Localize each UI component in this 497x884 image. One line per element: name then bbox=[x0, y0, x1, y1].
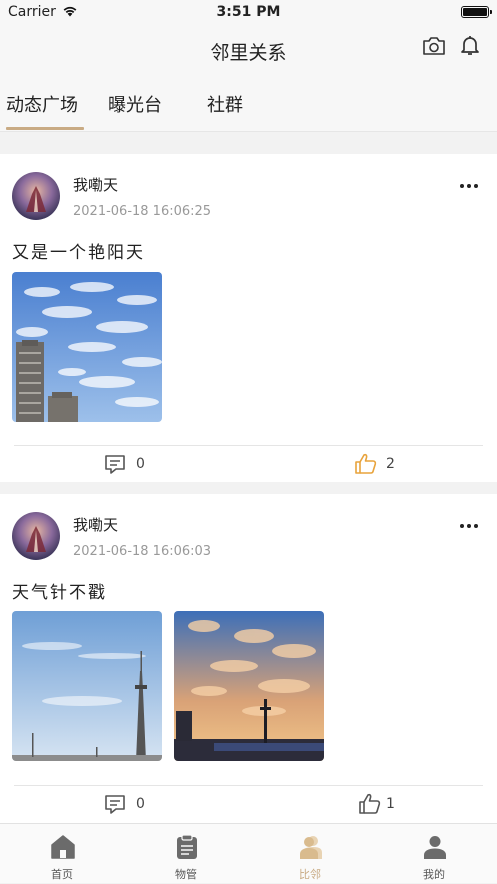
tabbar-item-property[interactable]: 物管 bbox=[124, 824, 248, 884]
tabbar-label: 比邻 bbox=[299, 868, 321, 881]
avatar[interactable] bbox=[12, 512, 60, 560]
bell-icon[interactable] bbox=[458, 33, 482, 57]
post-card[interactable]: 我嘞天 2021-06-18 16:06:25 又是一个艳阳天 0 2 bbox=[0, 154, 497, 482]
post-photo[interactable] bbox=[12, 272, 162, 422]
post-timestamp: 2021-06-18 16:06:25 bbox=[73, 204, 212, 219]
like-count: 1 bbox=[386, 796, 395, 812]
tabbar-item-home[interactable]: 首页 bbox=[0, 824, 124, 884]
post-text: 又是一个艳阳天 bbox=[12, 243, 145, 263]
divider bbox=[14, 785, 483, 786]
tab-plaza[interactable]: 动态广场 bbox=[6, 91, 78, 117]
comment-icon[interactable] bbox=[104, 793, 126, 815]
post-photo[interactable] bbox=[12, 611, 162, 761]
bottom-tab-bar: 首页 物管 比邻 我的 bbox=[0, 823, 497, 883]
post-timestamp: 2021-06-18 16:06:03 bbox=[73, 544, 212, 559]
more-icon[interactable] bbox=[459, 183, 479, 189]
avatar[interactable] bbox=[12, 172, 60, 220]
property-icon bbox=[177, 834, 197, 859]
battery-icon bbox=[461, 6, 492, 18]
like-icon[interactable] bbox=[358, 792, 382, 816]
tabbar-item-profile[interactable]: 我的 bbox=[372, 824, 496, 884]
post-username[interactable]: 我嘞天 bbox=[73, 174, 118, 195]
tabbar-label: 我的 bbox=[423, 868, 445, 881]
divider bbox=[14, 445, 483, 446]
post-username[interactable]: 我嘞天 bbox=[73, 514, 118, 535]
like-count: 2 bbox=[386, 456, 395, 472]
feed-tabs: 动态广场 曝光台 社群 bbox=[0, 74, 497, 132]
tab-exposure[interactable]: 曝光台 bbox=[108, 91, 162, 117]
tab-community[interactable]: 社群 bbox=[207, 91, 243, 117]
clock: 3:51 PM bbox=[216, 4, 281, 20]
camera-icon[interactable] bbox=[422, 35, 446, 57]
active-tab-indicator bbox=[6, 127, 84, 130]
nav-bar: 邻里关系 bbox=[0, 26, 497, 74]
comment-count: 0 bbox=[136, 796, 145, 812]
like-icon[interactable] bbox=[354, 452, 378, 476]
post-text: 天气针不戳 bbox=[12, 583, 107, 603]
more-icon[interactable] bbox=[459, 523, 479, 529]
neighbor-icon bbox=[300, 836, 322, 859]
post-card[interactable]: 我嘞天 2021-06-18 16:06:03 天气针不戳 0 1 bbox=[0, 494, 497, 823]
tabbar-label: 首页 bbox=[51, 868, 73, 881]
post-photo[interactable] bbox=[174, 611, 324, 761]
tabbar-label: 物管 bbox=[175, 868, 197, 881]
profile-icon bbox=[424, 836, 446, 859]
comment-icon[interactable] bbox=[104, 453, 126, 475]
home-icon bbox=[51, 835, 75, 859]
status-bar: Carrier 3:51 PM bbox=[0, 0, 497, 26]
comment-count: 0 bbox=[136, 456, 145, 472]
tabbar-item-neighbor[interactable]: 比邻 bbox=[248, 824, 372, 884]
